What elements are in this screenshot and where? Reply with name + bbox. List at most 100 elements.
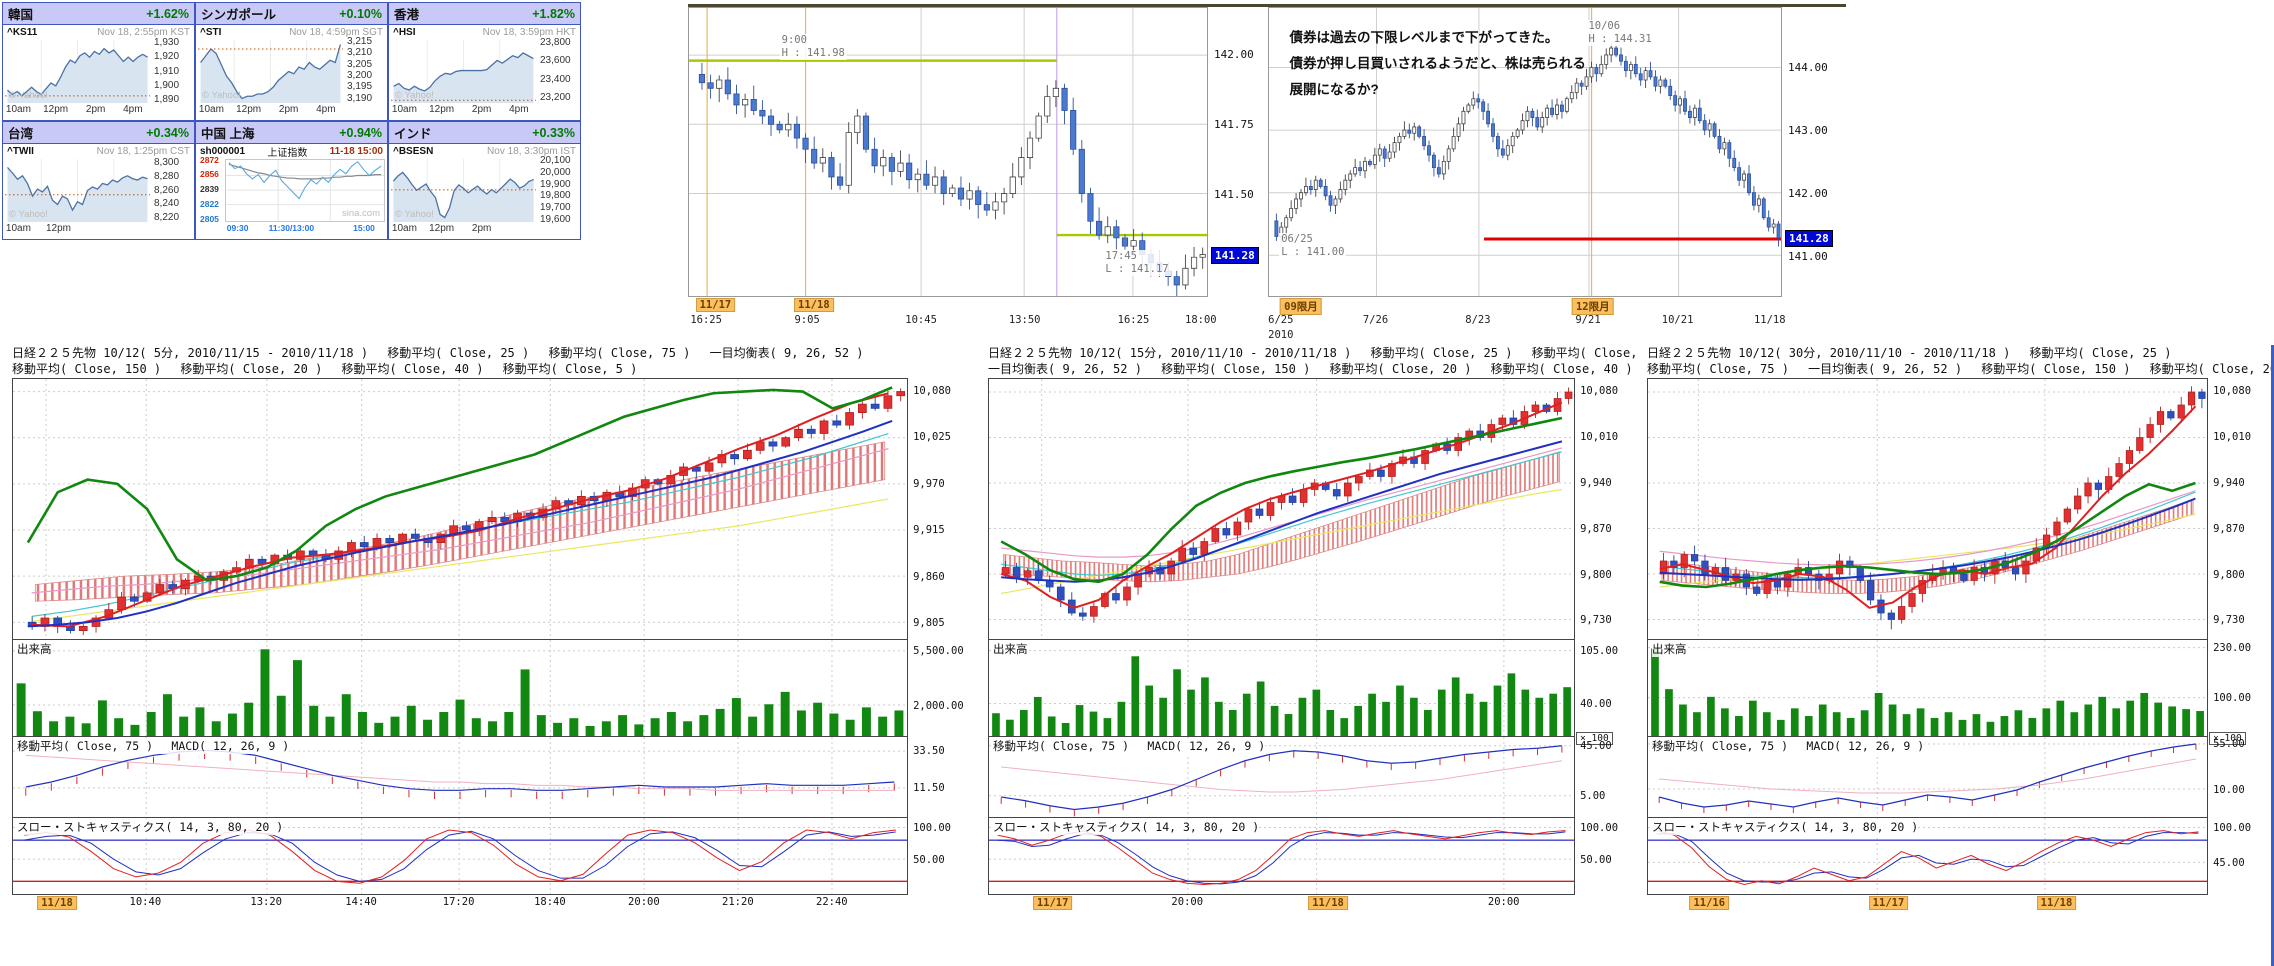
- stochastics-label: スロー・ストキャスティクス( 14, 3, 80, 20 ): [1652, 819, 1918, 835]
- x-tick-label: 17:20: [443, 896, 475, 908]
- minichart-meta: sh000001 上证指数 11-18 15:00: [196, 144, 387, 159]
- y-tick-label: 11.50: [913, 782, 945, 794]
- macd-axis: 55.0010.00: [2208, 737, 2271, 818]
- x-tick-label: 14:40: [345, 896, 377, 908]
- volume-plot: 出来高: [12, 640, 908, 737]
- x-tick-label: 12pm: [429, 104, 454, 115]
- market-name: 香港: [394, 4, 419, 23]
- x-tick-label: 9:05: [794, 314, 819, 326]
- y-tick-label: 23,400: [540, 74, 571, 85]
- y-tick-label: 1,920: [154, 51, 179, 62]
- panel-nikkei-5min: 日経２２５先物 10/12( 5分, 2010/11/15 - 2010/11/…: [12, 345, 971, 915]
- change-percent: +0.34%: [146, 126, 189, 140]
- y-tick-label: 230.00: [2213, 642, 2251, 654]
- x-tick-label: 10am: [199, 104, 224, 115]
- y-tick-label: 8,300: [154, 157, 179, 168]
- minichart-plot-row: © Yahoo! 1,9301,9201,9101,9001,890: [3, 40, 194, 103]
- y-tick-label: 2839: [200, 184, 219, 194]
- x-axis-labels: 10am12pm2pm4pm: [200, 103, 343, 118]
- price-axis: 10,08010,0259,9709,9159,8609,805: [908, 378, 971, 640]
- y-axis-labels: 3,2153,2103,2053,2003,1953,190: [343, 40, 385, 103]
- x-axis-labels: 10am12pm2pm4pm: [393, 103, 536, 118]
- stochastics-axis: 100.0045.00: [2208, 818, 2271, 895]
- panel-title: 日経２２５先物 10/12( 30分, 2010/11/10 - 2010/11…: [1647, 345, 2271, 378]
- x-tick-label: 2pm: [86, 104, 105, 115]
- bond-intraday-plot: 9:00 H : 141.98 17:45 L : 141.17: [688, 7, 1208, 297]
- y-tick-label: 2,000.00: [913, 700, 964, 712]
- minichart-header: 香港 +1.82%: [389, 3, 580, 25]
- y-tick-label: 10,010: [2213, 431, 2251, 443]
- stochastics-axis: 100.0050.00: [1575, 818, 1638, 895]
- stochastics-axis: 100.0050.00: [908, 818, 971, 895]
- y-tick-label: 10,080: [913, 385, 951, 397]
- minichart-india[interactable]: インド +0.33% ^BSESN Nov 18, 3:30pm IST © Y…: [388, 121, 581, 240]
- y-tick-label: 9,730: [1580, 614, 1612, 626]
- y-tick-label: 50.00: [1580, 854, 1612, 866]
- candlestick-chart: [1648, 379, 2207, 639]
- y-tick-label: 23,800: [540, 37, 571, 48]
- y-tick-label: 143.00: [1788, 124, 1828, 137]
- x-tick-label: 4pm: [123, 104, 142, 115]
- market-name: インド: [394, 123, 432, 142]
- minichart-header: 中国 上海 +0.94%: [196, 122, 387, 144]
- y-tick-label: 8,240: [154, 198, 179, 209]
- minichart-plot-row: © Yahoo! 8,3008,2808,2608,2408,220: [3, 159, 194, 222]
- x-tick-label: 11:30/13:00: [269, 223, 314, 233]
- watermark: © Yahoo!: [202, 90, 241, 101]
- x-axis-labels: 10am12pm: [7, 222, 150, 237]
- x-tick-label: 10am: [392, 223, 417, 234]
- volume-axis: × 100 105.0040.00: [1575, 640, 1638, 737]
- y-tick-label: 2805: [200, 214, 219, 224]
- market-name: 韓国: [8, 4, 33, 23]
- bond-intraday-chart-window: 9:00 H : 141.98 17:45 L : 141.17 141.28 …: [688, 4, 1268, 328]
- x-tick-label: 20:00: [1171, 896, 1203, 908]
- y-tick-label: 9,805: [913, 617, 945, 629]
- y-tick-label: 5.00: [1580, 790, 1605, 802]
- minichart-hongkong[interactable]: 香港 +1.82% ^HSI Nov 18, 3:59pm HKT © Yaho…: [388, 2, 581, 121]
- main-price-plot: [12, 378, 908, 640]
- x-tick-label: 8/23: [1465, 314, 1490, 326]
- candlestick-chart: [989, 379, 1574, 639]
- year-axis: 2010: [1268, 328, 1780, 341]
- y-axis-labels: 20,10020,00019,90019,80019,70019,600: [536, 159, 578, 222]
- volume-axis: × 100 230.00100.00: [2208, 640, 2271, 737]
- stochastics-plot: スロー・ストキャスティクス( 14, 3, 80, 20 ): [1647, 818, 2208, 895]
- x-tick-label: 16:25: [690, 314, 722, 326]
- minichart-shanghai[interactable]: 中国 上海 +0.94% sh000001 上证指数 11-18 15:00 s…: [195, 121, 388, 240]
- stochastics-plot: スロー・ストキャスティクス( 14, 3, 80, 20 ): [12, 818, 908, 895]
- minichart-header: インド +0.33%: [389, 122, 580, 144]
- stochastics-label: スロー・ストキャスティクス( 14, 3, 80, 20 ): [993, 819, 1259, 835]
- x-tick-label: 21:20: [722, 896, 754, 908]
- x-tick-label: 10am: [6, 223, 31, 234]
- x-axis-labels: 10am12pm2pm4pm: [7, 103, 150, 118]
- panel-nikkei-15min: 日経２２５先物 10/12( 15分, 2010/11/10 - 2010/11…: [988, 345, 1638, 915]
- y-axis-labels: 28722856283928222805: [198, 159, 225, 222]
- change-percent: +0.10%: [339, 7, 382, 21]
- x-tick-label: 09:30: [227, 223, 249, 233]
- asia-minicharts-grid: 韓国 +1.62% ^KS11 Nov 18, 2:55pm KST © Yah…: [2, 2, 581, 240]
- ticker-symbol: ^BSESN: [393, 146, 433, 157]
- panel-title: 日経２２５先物 10/12( 15分, 2010/11/10 - 2010/11…: [988, 345, 1638, 378]
- y-tick-label: 9,860: [913, 571, 945, 583]
- minichart-singapore[interactable]: シンガポール +0.10% ^STI Nov 18, 4:59pm SGT © …: [195, 2, 388, 121]
- y-tick-label: 33.50: [913, 745, 945, 757]
- volume-label: 出来高: [1652, 641, 1687, 657]
- contract-strip: 09限月12限月: [1268, 297, 1780, 313]
- y-tick-label: 8,220: [154, 212, 179, 223]
- change-percent: +0.33%: [532, 126, 575, 140]
- minichart-korea[interactable]: 韓国 +1.62% ^KS11 Nov 18, 2:55pm KST © Yah…: [2, 2, 195, 121]
- date-tick-label: 11/18: [2037, 896, 2077, 910]
- y-tick-label: 19,800: [540, 190, 571, 201]
- volume-label: 出来高: [993, 641, 1028, 657]
- x-tick-label: 7/26: [1363, 314, 1388, 326]
- y-tick-label: 9,800: [1580, 569, 1612, 581]
- x-tick-label: 12pm: [429, 223, 454, 234]
- watermark: © Yahoo!: [9, 209, 48, 220]
- x-tick-label: 12pm: [43, 104, 68, 115]
- minichart-taiwan[interactable]: 台湾 +0.34% ^TWII Nov 18, 1:25pm CST © Yah…: [2, 121, 195, 240]
- y-tick-label: 19,900: [540, 179, 571, 190]
- stochastics-label: スロー・ストキャスティクス( 14, 3, 80, 20 ): [17, 819, 283, 835]
- x-tick-label: 2010: [1268, 329, 1293, 341]
- y-tick-label: 9,870: [1580, 523, 1612, 535]
- date-tick-label: 11/17: [696, 298, 736, 312]
